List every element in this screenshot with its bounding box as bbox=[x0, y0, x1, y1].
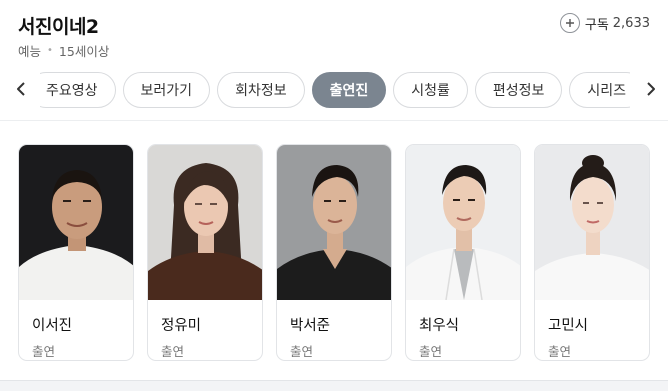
cast-photo bbox=[277, 145, 391, 300]
cast-role: 출연 bbox=[548, 344, 572, 359]
cast-name: 최우식 bbox=[419, 318, 460, 334]
tab-watch[interactable]: 보러가기 bbox=[122, 72, 211, 108]
tabs-track: 주요영상 보러가기 회차정보 출연진 시청률 편성정보 시리즈 bbox=[40, 72, 630, 108]
meta-separator: • bbox=[47, 45, 53, 56]
cast-photo bbox=[406, 145, 520, 300]
cast-role: 출연 bbox=[32, 344, 56, 359]
cast-photo bbox=[148, 145, 262, 300]
cast-role: 출연 bbox=[419, 344, 443, 359]
tab-series[interactable]: 시리즈 bbox=[569, 72, 630, 108]
genre-label: 예능 bbox=[18, 44, 42, 59]
cast-card[interactable]: 정유미 출연 bbox=[147, 144, 263, 361]
cast-card[interactable]: 이서진 출연 bbox=[18, 144, 134, 361]
cast-role: 출연 bbox=[290, 344, 314, 359]
subscriber-count: 2,633 bbox=[612, 15, 650, 31]
cast-name: 박서준 bbox=[290, 318, 331, 334]
cast-name: 이서진 bbox=[32, 318, 73, 334]
cast-name: 고민시 bbox=[548, 318, 589, 334]
cast-card[interactable]: 박서준 출연 bbox=[276, 144, 392, 361]
plus-icon bbox=[559, 13, 580, 33]
tab-cast[interactable]: 출연진 bbox=[311, 72, 387, 108]
program-title[interactable]: 서진이네2 bbox=[18, 12, 99, 39]
cast-name: 정유미 bbox=[161, 318, 202, 334]
subscribe-button[interactable]: 구독 2,633 bbox=[559, 12, 650, 34]
cast-list: 이서진 출연 정유미 출연 박서준 출연 최우식 출연 고민시 출연 bbox=[18, 144, 650, 361]
tab-ratings[interactable]: 시청률 bbox=[393, 72, 468, 108]
tab-bar: 주요영상 보러가기 회차정보 출연진 시청률 편성정보 시리즈 bbox=[0, 70, 668, 110]
cast-photo bbox=[19, 145, 133, 300]
tab-main-videos[interactable]: 주요영상 bbox=[40, 72, 116, 108]
divider bbox=[0, 120, 668, 121]
tv-program-card: 서진이네2 예능 • 15세이상 구독 2,633 주요영상 보러가기 회차정보… bbox=[0, 0, 668, 381]
age-rating-label: 15세이상 bbox=[58, 44, 110, 59]
tab-episodes[interactable]: 회차정보 bbox=[217, 72, 305, 108]
cast-card[interactable]: 최우식 출연 bbox=[405, 144, 521, 361]
tab-schedule[interactable]: 편성정보 bbox=[474, 72, 563, 108]
cast-card[interactable]: 고민시 출연 bbox=[534, 144, 650, 361]
program-header: 서진이네2 예능 • 15세이상 구독 2,633 bbox=[18, 12, 650, 62]
cast-role: 출연 bbox=[161, 344, 185, 359]
subscribe-label: 구독 bbox=[584, 17, 609, 33]
program-meta: 예능 • 15세이상 bbox=[18, 41, 109, 60]
cast-photo bbox=[535, 145, 649, 300]
chevron-right-icon[interactable] bbox=[640, 78, 662, 100]
tabs-viewport: 주요영상 보러가기 회차정보 출연진 시청률 편성정보 시리즈 bbox=[40, 70, 630, 110]
chevron-left-icon[interactable] bbox=[10, 78, 32, 100]
